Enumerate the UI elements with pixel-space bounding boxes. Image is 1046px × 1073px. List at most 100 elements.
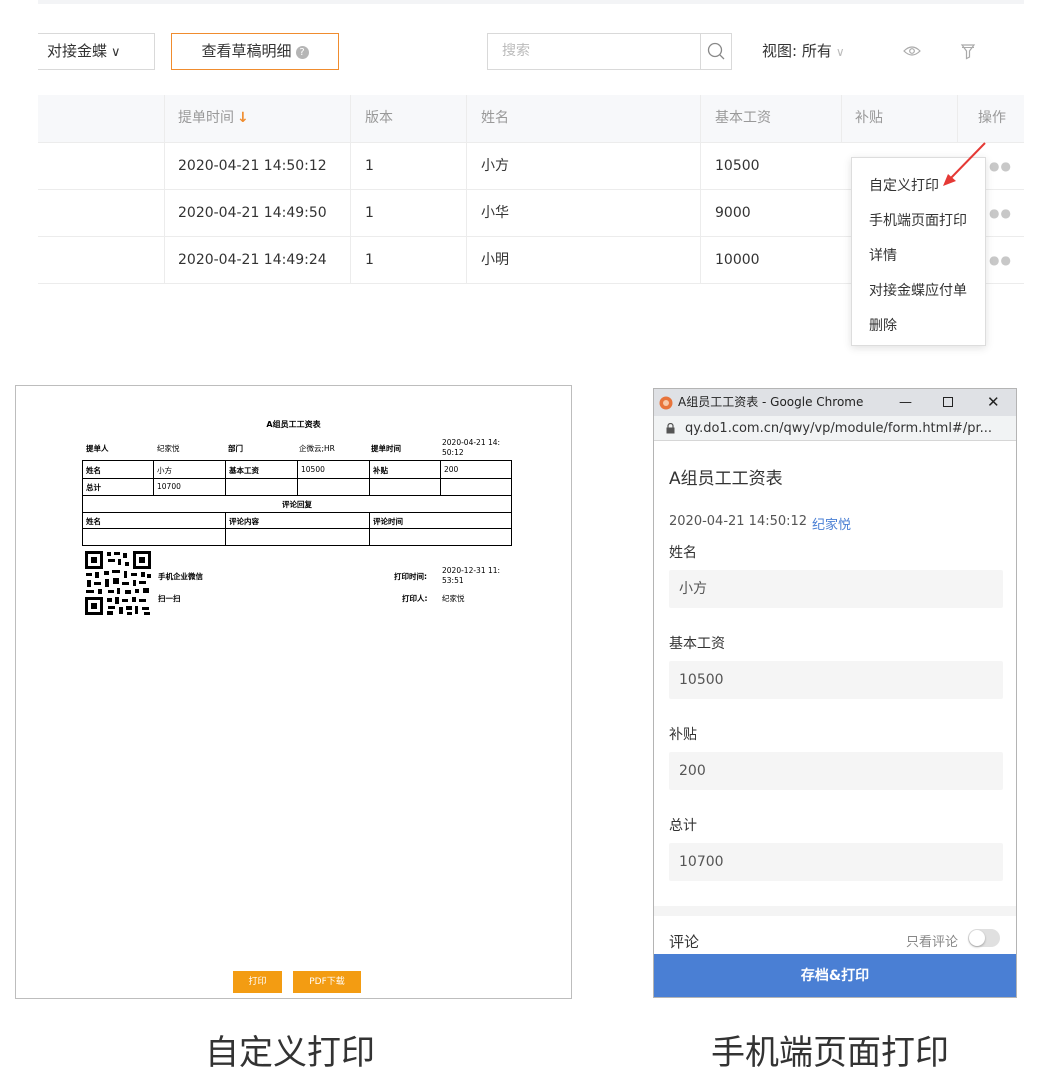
column-divider <box>350 95 351 142</box>
maximize-icon[interactable] <box>943 397 953 407</box>
eye-icon[interactable] <box>902 44 922 58</box>
print-button[interactable]: 打印 <box>233 971 282 993</box>
header-submit-time[interactable]: 提单时间 ↓ <box>178 95 249 142</box>
toggle-knob <box>969 930 985 946</box>
top-divider <box>38 0 1024 4</box>
print-comments-header: 评论回复 <box>282 500 312 509</box>
app-logo-icon <box>659 396 673 410</box>
caption-mobile-print: 手机端页面打印 <box>711 1033 949 1073</box>
column-divider <box>841 95 842 142</box>
field-value-name: 小方 <box>669 570 1003 608</box>
print-submitter: 纪家悦 <box>157 444 180 453</box>
filter-icon[interactable] <box>960 43 976 60</box>
form-author[interactable]: 纪家悦 <box>812 514 851 533</box>
column-divider <box>164 237 165 283</box>
archive-print-button[interactable]: 存档&打印 <box>654 954 1016 997</box>
form-title: A组员工工资表 <box>669 469 783 489</box>
field-label-base-salary: 基本工资 <box>669 636 725 652</box>
table-header: 提单时间 ↓ 版本 姓名 基本工资 补贴 操作 <box>38 95 1024 143</box>
only-comments-label: 只看评论 <box>906 935 959 950</box>
header-name: 姓名 <box>481 110 509 126</box>
chrome-address-bar[interactable]: qy.do1.com.cn/qwy/vp/module/form.html#/p… <box>654 416 1016 441</box>
column-divider <box>466 143 467 189</box>
menu-item-jindie-payable[interactable]: 对接金蝶应付单 <box>869 280 967 300</box>
cell-name: 小方 <box>481 158 509 174</box>
print-dept-label: 部门 <box>228 444 243 453</box>
print-data-table: 姓名 小方 基本工资 10500 补贴 200 总计 10700 评论回复 姓名… <box>82 460 512 546</box>
header-allowance: 补贴 <box>855 110 883 126</box>
column-divider <box>164 143 165 189</box>
close-icon[interactable]: ✕ <box>987 389 1000 416</box>
column-divider <box>957 95 958 142</box>
menu-item-mobile-print[interactable]: 手机端页面打印 <box>869 210 967 230</box>
menu-item-delete[interactable]: 删除 <box>869 315 897 335</box>
cell-base-salary: 10000 <box>715 252 760 268</box>
print-name: 小方 <box>157 466 172 475</box>
chrome-url: qy.do1.com.cn/qwy/vp/module/form.html#/p… <box>685 421 993 436</box>
cell-submit-time: 2020-04-21 14:50:12 <box>178 158 327 174</box>
print-scan-label: 扫一扫 <box>158 594 181 603</box>
view-draft-details-button[interactable]: 查看草稿明细? <box>171 33 339 70</box>
field-label-name: 姓名 <box>669 545 697 561</box>
view-selector[interactable]: 视图: 所有 ∨ <box>762 33 845 70</box>
custom-print-preview: A组员工工资表 提单人 纪家悦 部门 企微云;HR 提单时间 2020-04-2… <box>15 385 572 999</box>
field-label-allowance: 补贴 <box>669 727 697 743</box>
more-actions-icon[interactable]: ●● <box>989 237 1012 283</box>
chrome-mobile-print-window: A组员工工资表 - Google Chrome — ✕ qy.do1.com.c… <box>653 388 1017 998</box>
table-rule <box>83 512 511 513</box>
print-salary: 10500 <box>301 465 325 474</box>
header-base-salary: 基本工资 <box>715 110 771 126</box>
more-actions-icon[interactable]: ●● <box>989 190 1012 236</box>
table-rule <box>83 495 511 496</box>
cell-name: 小华 <box>481 205 509 221</box>
chrome-window-title: A组员工工资表 - Google Chrome <box>678 395 864 409</box>
minimize-icon[interactable]: — <box>899 389 912 416</box>
table-rule <box>297 461 298 495</box>
search-icon <box>707 42 725 60</box>
cell-base-salary: 10500 <box>715 158 760 174</box>
column-divider <box>466 237 467 283</box>
table-rule <box>369 512 370 546</box>
header-submit-time-label: 提单时间 <box>178 110 234 126</box>
print-total: 10700 <box>157 482 181 491</box>
column-divider <box>350 190 351 236</box>
sort-desc-icon[interactable]: ↓ <box>237 110 249 126</box>
print-print-time-line2: 53:51 <box>442 576 464 585</box>
print-printer: 纪家悦 <box>442 594 465 603</box>
screenshot-composite: 对接金蝶∨ 查看草稿明细? 搜索 视图: 所有∨ 提单时间↓ 版本 姓名 <box>0 0 1046 1073</box>
annotation-arrow-icon <box>943 142 986 186</box>
jindie-dropdown-button[interactable]: 对接金蝶 ∨ <box>38 33 155 70</box>
jindie-dropdown-label: 对接金蝶 <box>47 42 108 60</box>
section-divider <box>654 906 1016 916</box>
table-rule <box>440 461 441 495</box>
more-actions-icon[interactable]: ●● <box>989 143 1012 189</box>
help-icon[interactable]: ? <box>295 46 309 59</box>
print-print-time-line1: 2020-12-31 11: <box>442 566 501 575</box>
table-rule <box>369 461 370 495</box>
print-comment-time-label: 评论时间 <box>373 517 403 526</box>
column-divider <box>164 95 165 142</box>
field-value-allowance: 200 <box>669 752 1003 790</box>
print-salary-label: 基本工资 <box>229 466 259 475</box>
field-value-base-salary: 10500 <box>669 661 1003 699</box>
search-input[interactable]: 搜索 <box>487 33 700 70</box>
header-version: 版本 <box>365 110 393 126</box>
form-timestamp: 2020-04-21 14:50:12 <box>669 514 808 529</box>
print-allowance-label: 补贴 <box>373 466 388 475</box>
column-divider <box>466 95 467 142</box>
comments-label: 评论 <box>669 933 700 951</box>
header-actions: 操作 <box>978 110 1006 126</box>
print-time-line1: 2020-04-21 14: <box>442 438 501 447</box>
table-rule <box>225 512 226 546</box>
column-divider <box>350 237 351 283</box>
search-placeholder: 搜索 <box>502 43 530 59</box>
cell-version: 1 <box>365 158 374 174</box>
view-selector-label: 视图: 所有 <box>762 42 832 60</box>
print-comment-content-label: 评论内容 <box>229 517 259 526</box>
search-button[interactable] <box>700 33 732 70</box>
caption-custom-print: 自定义打印 <box>205 1033 375 1073</box>
only-comments-toggle[interactable] <box>968 929 1000 947</box>
menu-item-details[interactable]: 详情 <box>869 245 897 265</box>
pdf-download-button[interactable]: PDF下载 <box>293 971 361 993</box>
chrome-title-bar: A组员工工资表 - Google Chrome — ✕ <box>654 389 1016 416</box>
